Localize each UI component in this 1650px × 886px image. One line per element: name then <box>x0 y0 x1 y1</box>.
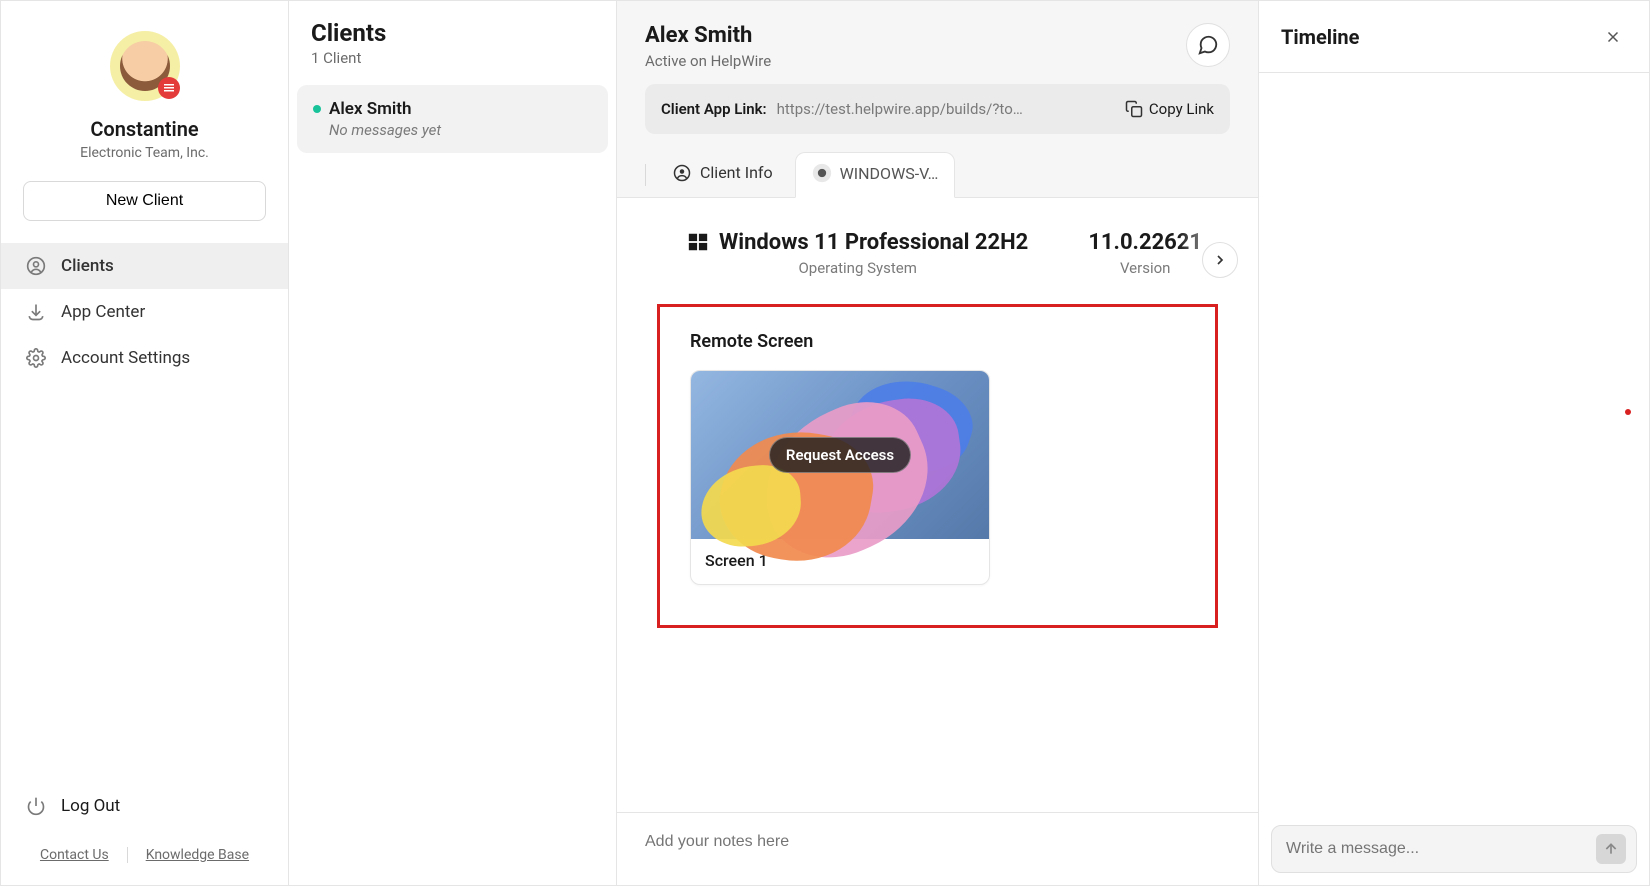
clients-count: 1 Client <box>311 49 594 67</box>
os-label: Operating System <box>687 259 1028 277</box>
logout-label: Log Out <box>61 796 120 816</box>
timeline-column: Timeline <box>1259 1 1649 885</box>
link-url[interactable]: https://test.helpwire.app/builds/?to… <box>777 100 1115 118</box>
client-app-link-bar: Client App Link: https://test.helpwire.a… <box>645 84 1230 134</box>
clients-header: Clients 1 Client <box>289 1 616 77</box>
chat-button[interactable] <box>1186 23 1230 67</box>
status-online-icon <box>313 105 321 113</box>
windows-icon <box>687 231 709 253</box>
remote-screen-highlight: Remote Screen Request Access Screen 1 <box>657 304 1218 628</box>
notes-input[interactable] <box>645 833 1230 851</box>
detail-tabs: Client Info WINDOWS-V… <box>617 134 1258 198</box>
footer-links: Contact Us Knowledge Base <box>1 829 288 885</box>
nav-list: Clients App Center Account Settings <box>1 243 288 381</box>
user-circle-icon <box>672 163 692 183</box>
screen-card[interactable]: Request Access Screen 1 <box>690 370 990 585</box>
tab-separator <box>645 164 646 186</box>
notes-area <box>617 812 1258 885</box>
client-subtitle: No messages yet <box>329 121 592 139</box>
chat-icon <box>1197 34 1219 56</box>
avatar[interactable] <box>110 31 180 101</box>
clients-column: Clients 1 Client Alex Smith No messages … <box>289 1 617 885</box>
detail-subtitle: Active on HelpWire <box>645 52 771 70</box>
copy-link-button[interactable]: Copy Link <box>1125 100 1214 118</box>
os-name: Windows 11 Professional 22H2 <box>719 230 1028 255</box>
sidebar-left: Constantine Electronic Team, Inc. New Cl… <box>1 1 289 885</box>
tab-client-info[interactable]: Client Info <box>656 153 789 197</box>
screen-thumbnail: Request Access <box>691 371 989 539</box>
copy-link-label: Copy Link <box>1149 100 1214 118</box>
remote-screen-title: Remote Screen <box>690 331 1185 352</box>
timeline-header: Timeline <box>1259 1 1649 73</box>
scroll-next-button[interactable] <box>1202 242 1238 278</box>
device-avatar-icon <box>812 163 832 183</box>
gear-icon <box>25 347 47 369</box>
nav-item-app-center[interactable]: App Center <box>1 289 288 335</box>
detail-title: Alex Smith <box>645 23 771 48</box>
detail-body: Windows 11 Professional 22H2 Operating S… <box>617 198 1258 885</box>
nav-label: Account Settings <box>61 348 190 368</box>
client-card[interactable]: Alex Smith No messages yet <box>297 85 608 153</box>
power-icon <box>25 795 47 817</box>
user-circle-icon <box>25 255 47 277</box>
timeline-title: Timeline <box>1281 25 1359 49</box>
chevron-right-icon <box>1212 252 1228 268</box>
tab-label: WINDOWS-V… <box>840 164 939 183</box>
nav-item-clients[interactable]: Clients <box>1 243 288 289</box>
new-client-button[interactable]: New Client <box>23 181 266 221</box>
link-label: Client App Link: <box>661 100 767 118</box>
client-name-row: Alex Smith <box>313 99 592 119</box>
request-access-button[interactable]: Request Access <box>769 437 911 473</box>
profile-org: Electronic Team, Inc. <box>80 145 209 161</box>
profile-block: Constantine Electronic Team, Inc. <box>1 1 288 161</box>
message-input[interactable] <box>1286 840 1596 858</box>
copy-icon <box>1125 100 1143 118</box>
version-label: Version <box>1088 259 1202 277</box>
arrow-up-icon <box>1603 841 1619 857</box>
close-icon <box>1604 28 1622 46</box>
knowledge-base-link[interactable]: Knowledge Base <box>128 847 267 863</box>
system-info-row[interactable]: Windows 11 Professional 22H2 Operating S… <box>617 198 1258 298</box>
close-button[interactable] <box>1599 23 1627 51</box>
marker-dot-icon <box>1625 409 1631 415</box>
contact-us-link[interactable]: Contact Us <box>22 847 127 863</box>
tab-device[interactable]: WINDOWS-V… <box>795 152 956 198</box>
nav-label: Clients <box>61 256 114 276</box>
logout-button[interactable]: Log Out <box>1 783 288 829</box>
timeline-body[interactable] <box>1259 73 1649 813</box>
detail-column: Alex Smith Active on HelpWire Client App… <box>617 1 1259 885</box>
brand-badge-icon <box>158 77 180 99</box>
nav-label: App Center <box>61 302 145 322</box>
download-icon <box>25 301 47 323</box>
sysinfo-os: Windows 11 Professional 22H2 Operating S… <box>657 230 1058 277</box>
clients-title: Clients <box>311 19 594 47</box>
profile-name: Constantine <box>90 117 198 141</box>
compose-bar <box>1271 825 1637 873</box>
detail-header: Alex Smith Active on HelpWire <box>617 1 1258 84</box>
client-name: Alex Smith <box>329 99 412 119</box>
version-value: 11.0.22621 <box>1088 230 1202 255</box>
nav-item-account-settings[interactable]: Account Settings <box>1 335 288 381</box>
tab-label: Client Info <box>700 163 773 182</box>
send-button[interactable] <box>1596 834 1626 864</box>
